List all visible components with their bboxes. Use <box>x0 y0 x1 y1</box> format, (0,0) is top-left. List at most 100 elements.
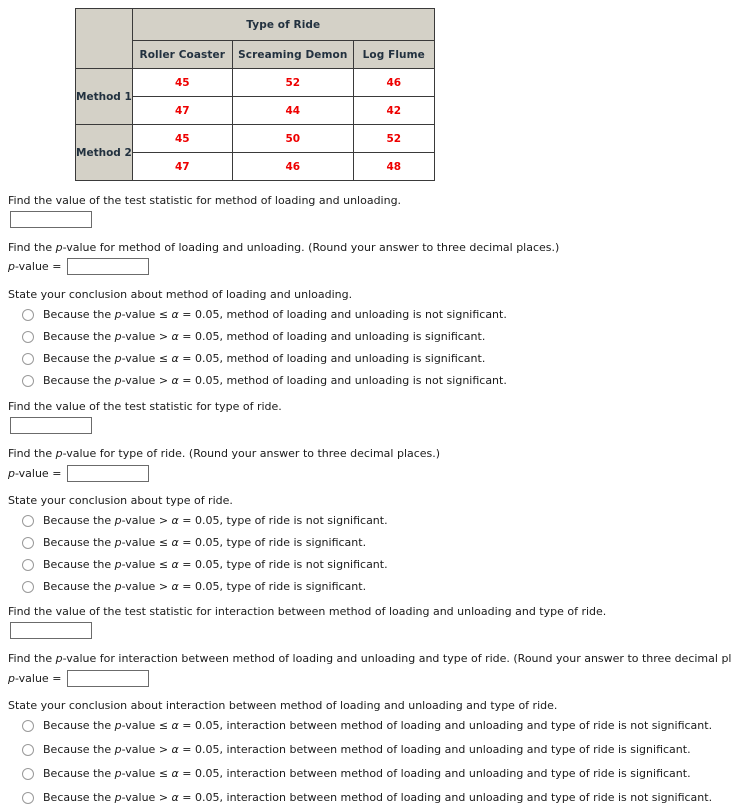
pvalue-label-method: p-value = <box>8 260 61 273</box>
radio-option-ride-2[interactable]: Because the p-value ≤ α = 0.05, type of … <box>22 536 366 549</box>
radio-label: Because the p-value ≤ α = 0.05, interact… <box>43 767 691 780</box>
opt-pre: Because the <box>43 791 115 804</box>
radio-option-method-4[interactable]: Because the p-value > α = 0.05, method o… <box>22 374 507 387</box>
table-row: Method 2 45 50 52 <box>75 124 435 181</box>
conclusion-prompt-ride: State your conclusion about type of ride… <box>8 494 233 507</box>
alpha-symbol: α <box>171 374 179 387</box>
radio-option-ride-1[interactable]: Because the p-value > α = 0.05, type of … <box>22 514 388 527</box>
pvalue-label-interaction: p-value = <box>8 672 61 685</box>
table-cell: 52 <box>352 124 435 153</box>
radio-icon[interactable] <box>22 308 34 321</box>
opt-pre: Because the <box>43 514 115 527</box>
p-symbol: p <box>114 352 122 365</box>
radio-icon[interactable] <box>22 558 34 571</box>
pvalue-prompt-method-pre: Find the <box>8 241 56 254</box>
radio-icon[interactable] <box>22 743 34 756</box>
p-symbol: p <box>114 558 122 571</box>
radio-icon[interactable] <box>22 536 34 549</box>
opt-post: = 0.05, method of loading and unloading … <box>178 352 486 365</box>
table-cell: 50 <box>231 124 354 153</box>
p-symbol: p <box>114 308 122 321</box>
table-row-label-method-2: Method 2 <box>75 124 133 181</box>
table-cell: 52 <box>231 68 354 97</box>
radio-icon[interactable] <box>22 514 34 527</box>
opt-post: = 0.05, type of ride is not significant. <box>178 558 388 571</box>
opt-mid: -value > <box>121 791 172 804</box>
radio-icon[interactable] <box>22 791 34 804</box>
alpha-symbol: α <box>171 352 179 365</box>
table-cell: 44 <box>231 96 354 125</box>
radio-icon[interactable] <box>22 352 34 365</box>
table-cell: 48 <box>352 152 435 181</box>
radio-icon[interactable] <box>22 330 34 343</box>
opt-post: = 0.05, interaction between method of lo… <box>178 791 713 804</box>
alpha-symbol: α <box>171 791 179 804</box>
pvalue-label-interaction-text: -value = <box>14 672 62 685</box>
statistic-prompt-method: Find the value of the test statistic for… <box>8 194 402 207</box>
opt-pre: Because the <box>43 308 115 321</box>
pvalue-label-method-text: -value = <box>14 260 62 273</box>
p-symbol: p <box>114 767 122 780</box>
radio-label: Because the p-value > α = 0.05, type of … <box>43 580 366 593</box>
pvalue-row-ride: p-value = <box>8 465 150 482</box>
statistic-input-method[interactable] <box>10 211 92 228</box>
opt-pre: Because the <box>43 536 115 549</box>
radio-icon[interactable] <box>22 580 34 593</box>
p-symbol: p <box>8 672 15 685</box>
statistic-prompt-ride: Find the value of the test statistic for… <box>8 400 282 413</box>
radio-option-interaction-4[interactable]: Because the p-value > α = 0.05, interact… <box>22 791 712 804</box>
pvalue-input-ride[interactable] <box>67 465 150 482</box>
p-symbol: p <box>114 743 122 756</box>
opt-mid: -value ≤ <box>121 767 172 780</box>
opt-pre: Because the <box>43 330 115 343</box>
radio-option-ride-3[interactable]: Because the p-value ≤ α = 0.05, type of … <box>22 558 388 571</box>
pvalue-label-ride-text: -value = <box>14 467 62 480</box>
opt-pre: Because the <box>43 374 115 387</box>
radio-option-method-1[interactable]: Because the p-value ≤ α = 0.05, method o… <box>22 308 507 321</box>
radio-option-interaction-3[interactable]: Because the p-value ≤ α = 0.05, interact… <box>22 767 691 780</box>
radio-option-ride-4[interactable]: Because the p-value > α = 0.05, type of … <box>22 580 366 593</box>
table-cell: 47 <box>131 152 233 181</box>
p-symbol: p <box>114 330 122 343</box>
radio-label: Because the p-value > α = 0.05, type of … <box>43 514 388 527</box>
opt-mid: -value ≤ <box>121 352 172 365</box>
p-symbol: p <box>114 580 122 593</box>
p-symbol: p <box>114 791 122 804</box>
radio-label: Because the p-value ≤ α = 0.05, method o… <box>43 352 485 365</box>
opt-pre: Because the <box>43 580 115 593</box>
table-cell: 46 <box>352 68 435 97</box>
radio-option-method-2[interactable]: Because the p-value > α = 0.05, method o… <box>22 330 485 343</box>
opt-mid: -value > <box>121 743 172 756</box>
pvalue-prompt-method: Find the p-value for method of loading a… <box>8 241 559 254</box>
radio-option-interaction-2[interactable]: Because the p-value > α = 0.05, interact… <box>22 743 691 756</box>
pvalue-input-interaction[interactable] <box>67 670 150 687</box>
alpha-symbol: α <box>171 719 179 732</box>
radio-label: Because the p-value ≤ α = 0.05, type of … <box>43 558 388 571</box>
opt-pre: Because the <box>43 558 115 571</box>
opt-mid: -value ≤ <box>121 558 172 571</box>
alpha-symbol: α <box>171 580 179 593</box>
radio-option-interaction-1[interactable]: Because the p-value ≤ α = 0.05, interact… <box>22 719 712 732</box>
radio-icon[interactable] <box>22 719 34 732</box>
ride-data-table: Type of Ride Roller Coaster Screaming De… <box>75 8 435 181</box>
opt-pre: Because the <box>43 743 115 756</box>
alpha-symbol: α <box>171 514 179 527</box>
alpha-symbol: α <box>171 743 179 756</box>
pvalue-prompt-method-post: -value for method of loading and unloadi… <box>62 241 560 254</box>
p-symbol: p <box>114 536 122 549</box>
pvalue-input-method[interactable] <box>67 258 150 275</box>
alpha-symbol: α <box>171 536 179 549</box>
table-cell: 45 <box>131 68 233 97</box>
p-symbol: p <box>114 514 122 527</box>
statistic-input-ride[interactable] <box>10 417 92 434</box>
radio-label: Because the p-value > α = 0.05, method o… <box>43 374 507 387</box>
opt-mid: -value > <box>121 580 172 593</box>
table-corner-cell <box>75 8 133 69</box>
radio-label: Because the p-value > α = 0.05, method o… <box>43 330 485 343</box>
radio-label: Because the p-value ≤ α = 0.05, method o… <box>43 308 507 321</box>
pvalue-prompt-ride-pre: Find the <box>8 447 56 460</box>
statistic-input-interaction[interactable] <box>10 622 92 639</box>
radio-icon[interactable] <box>22 374 34 387</box>
radio-option-method-3[interactable]: Because the p-value ≤ α = 0.05, method o… <box>22 352 485 365</box>
radio-icon[interactable] <box>22 767 34 780</box>
